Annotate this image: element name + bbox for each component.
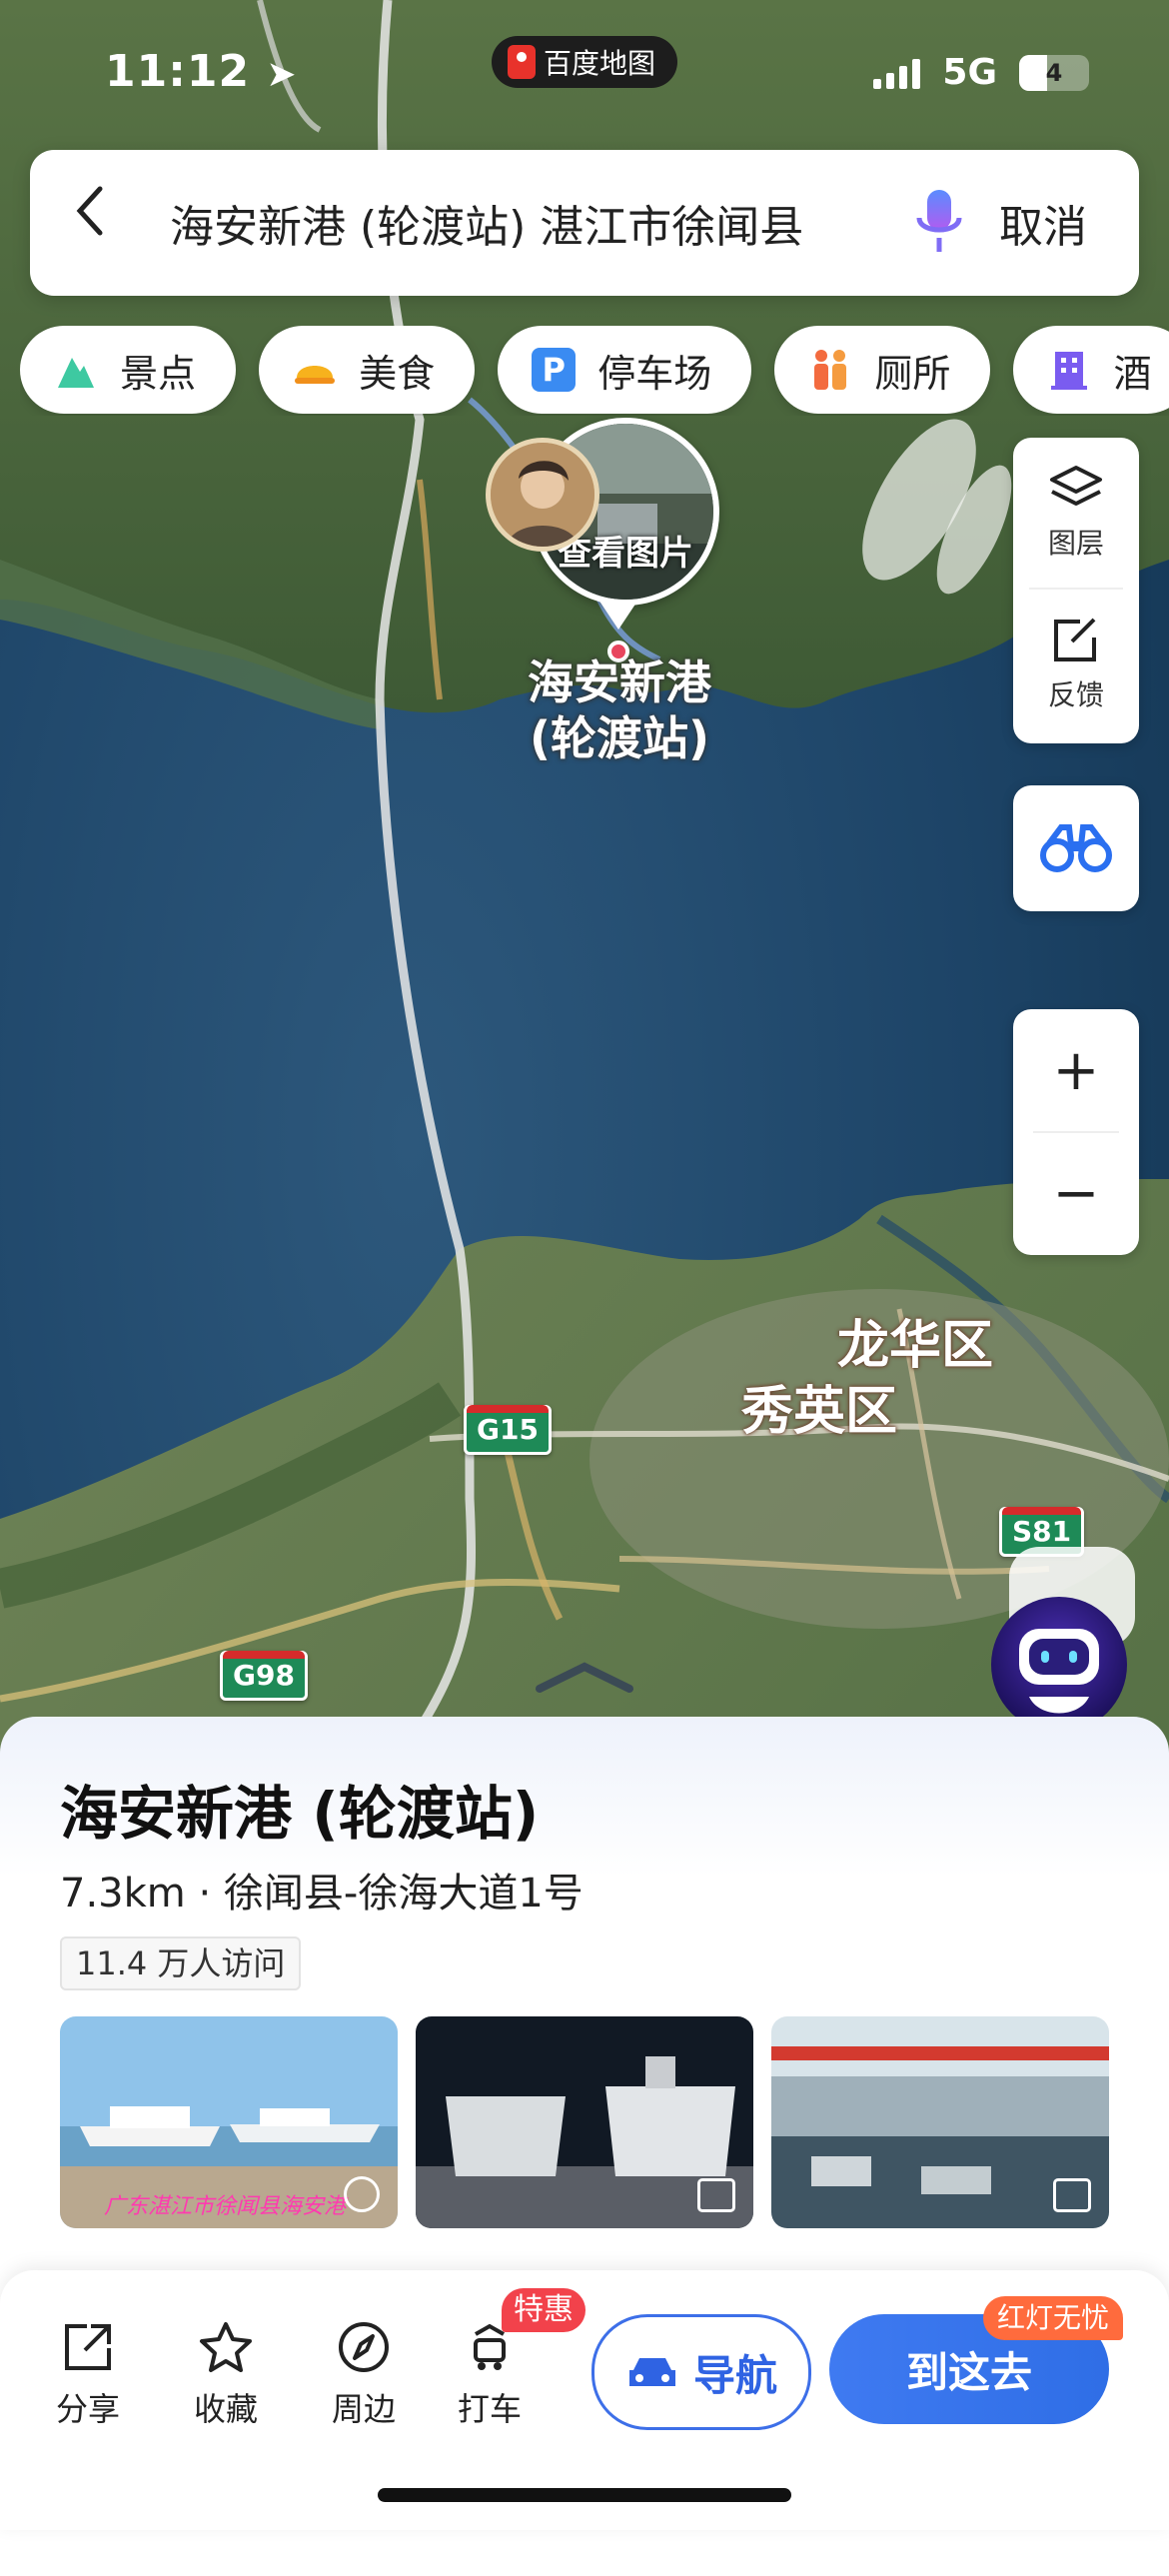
go-here-label: 到这去 — [905, 2347, 1032, 2397]
image-icon — [1053, 2178, 1091, 2212]
traffic-badge: 红灯无忧 — [983, 2296, 1124, 2340]
nearby-label: 周边 — [331, 2390, 396, 2428]
search-bar[interactable]: 海安新港 (轮渡站) 湛江市徐闻县 取消 — [30, 150, 1139, 296]
category-chips: 景点 美食 P 停车场 厕所 酒 — [20, 326, 1169, 416]
compass-icon — [339, 2322, 389, 2372]
mountain-icon — [54, 348, 98, 392]
panorama-button[interactable] — [1013, 785, 1139, 911]
zoom-out-button[interactable]: − — [1013, 1133, 1139, 1253]
battery-icon: 4 — [1019, 54, 1089, 91]
hotel-icon — [1047, 348, 1091, 392]
photo-indicator-icon — [344, 2176, 380, 2212]
nearby-button[interactable]: 周边 — [314, 2320, 414, 2430]
layers-label: 图层 — [1047, 527, 1104, 560]
back-arrow-icon — [76, 186, 103, 236]
layers-button[interactable]: 图层 — [1013, 438, 1139, 588]
navigate-button[interactable]: 导航 — [591, 2314, 811, 2430]
back-button[interactable] — [70, 150, 130, 296]
robot-assistant-icon — [991, 1547, 1135, 1733]
user-avatar — [486, 438, 599, 552]
chip-parking[interactable]: P 停车场 — [498, 326, 752, 414]
image-icon — [697, 2178, 735, 2212]
network-label: 5G — [942, 52, 997, 93]
chip-hotel[interactable]: 酒 — [1013, 326, 1169, 414]
signal-icon — [873, 57, 921, 89]
toilet-icon — [808, 348, 852, 392]
ai-assistant-button[interactable] — [989, 1547, 1135, 1735]
edit-icon — [1054, 618, 1096, 661]
map-tools-panel: 图层 反馈 — [1013, 438, 1139, 743]
favorite-label: 收藏 — [193, 2390, 258, 2428]
baidu-map-logo-icon — [508, 45, 536, 79]
food-icon — [293, 348, 337, 392]
share-icon — [65, 2324, 111, 2370]
chip-toilet[interactable]: 厕所 — [774, 326, 991, 414]
status-indicators: 5G 4 — [873, 52, 1089, 93]
feedback-button[interactable]: 反馈 — [1013, 590, 1139, 739]
chip-scenic[interactable]: 景点 — [20, 326, 237, 414]
poi-map-label[interactable]: 海安新港 (轮渡站) — [500, 654, 739, 766]
photo-watermark: 广东湛江市徐闻县海安港 — [104, 2194, 347, 2219]
home-indicator[interactable] — [378, 2488, 791, 2502]
poi-photo-2[interactable] — [416, 2016, 753, 2228]
avatar-image — [491, 443, 594, 547]
taxi-button[interactable]: 打车 — [440, 2320, 540, 2430]
road-shield-g15: G15 — [464, 1405, 552, 1455]
promo-badge: 特惠 — [502, 2288, 585, 2332]
cancel-button[interactable]: 取消 — [999, 191, 1087, 255]
share-label: 分享 — [55, 2390, 120, 2428]
layers-icon — [1050, 466, 1102, 506]
chip-label: 美食 — [359, 351, 436, 396]
poi-photo-3[interactable] — [771, 2016, 1109, 2228]
navigate-label: 导航 — [692, 2350, 777, 2400]
status-time: 11:12 ➤ — [105, 46, 298, 97]
share-button[interactable]: 分享 — [38, 2320, 138, 2430]
poi-photo-1[interactable]: 广东湛江市徐闻县海安港 — [60, 2016, 398, 2228]
feedback-label: 反馈 — [1047, 678, 1104, 711]
chip-food[interactable]: 美食 — [259, 326, 476, 414]
app-badge-label: 百度地图 — [544, 47, 656, 80]
taxi-label: 打车 — [457, 2390, 522, 2428]
star-icon — [200, 2322, 252, 2372]
visit-count-badge: 11.4 万人访问 — [60, 1936, 302, 1990]
microphone-icon — [916, 190, 962, 252]
chip-label: 景点 — [120, 351, 197, 396]
voice-search-button[interactable] — [909, 150, 969, 296]
chip-label: 酒 — [1113, 351, 1152, 396]
poi-title: 海安新港 (轮渡站) — [60, 1780, 540, 1848]
zoom-controls: + − — [1013, 1009, 1139, 1255]
district-label-xiuying[interactable]: 秀英区 — [741, 1369, 897, 1444]
chip-label: 厕所 — [874, 351, 951, 396]
road-shield-g98: G98 — [220, 1651, 308, 1701]
district-label-longhua[interactable]: 龙华区 — [837, 1303, 993, 1378]
poi-distance-address: 7.3km · 徐闻县-徐海大道1号 — [60, 1871, 584, 1917]
app-badge: 百度地图 — [492, 36, 678, 88]
favorite-button[interactable]: 收藏 — [176, 2320, 276, 2430]
search-query[interactable]: 海安新港 (轮渡站) 湛江市徐闻县 — [170, 191, 909, 255]
car-icon — [628, 2358, 675, 2386]
binoculars-icon — [1040, 824, 1112, 872]
chip-label: 停车场 — [597, 351, 712, 396]
parking-icon: P — [532, 348, 577, 392]
zoom-in-button[interactable]: + — [1013, 1009, 1139, 1131]
